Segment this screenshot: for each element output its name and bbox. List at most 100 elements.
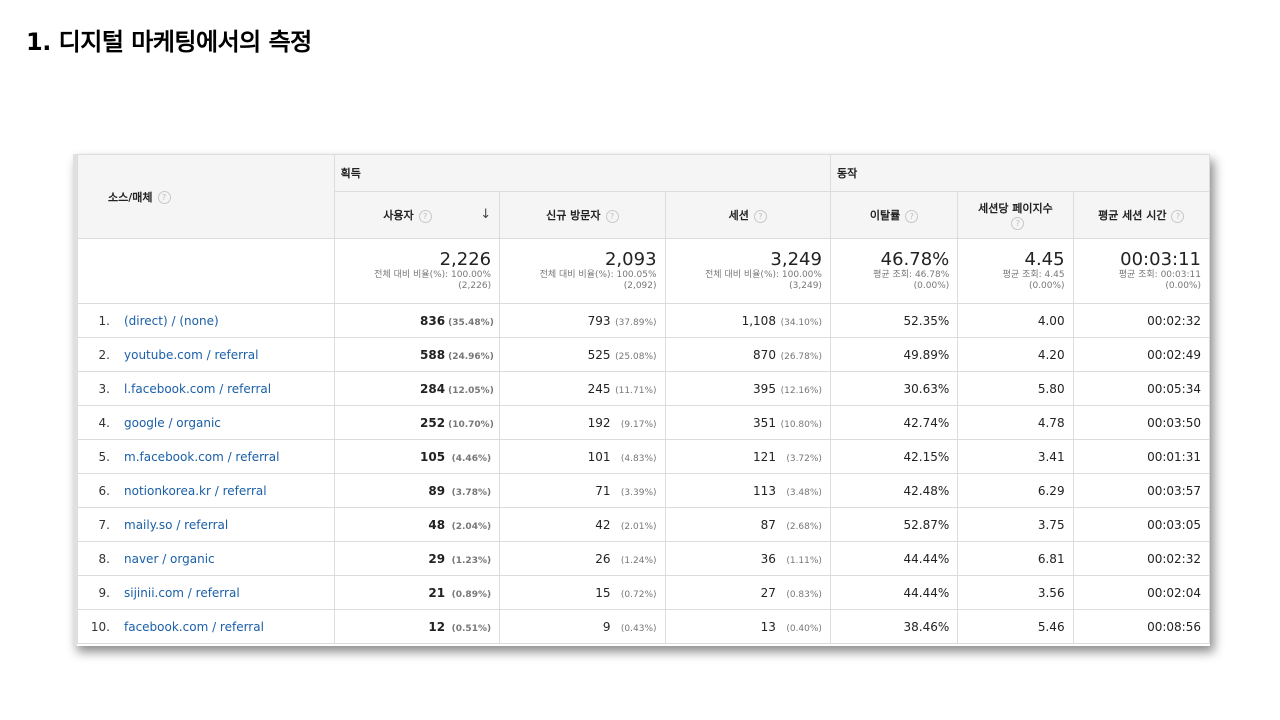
- users-percent: (12.05%): [448, 385, 494, 396]
- sessions-cell: 13 (0.40%): [664, 609, 831, 644]
- row-index: 10.: [90, 619, 110, 634]
- source-medium-link[interactable]: naver / organic: [124, 552, 215, 566]
- sessions-cell: 395 (12.16%): [664, 371, 831, 406]
- column-label: 세션: [728, 209, 749, 222]
- help-icon[interactable]: ?: [157, 191, 171, 204]
- new-users-value: 15: [595, 585, 611, 600]
- users-cell: 29 (1.23%): [333, 541, 501, 576]
- column-label: 신규 방문자: [546, 209, 601, 222]
- table-row: 8. naver / organic 29 (1.23%) 26 (1.24%) 36 (1.…: [77, 541, 1211, 576]
- avg-session-duration-cell: 00:02:32: [1072, 541, 1211, 576]
- new-users-cell: 192 (9.17%): [499, 405, 666, 440]
- new-users-value: 9: [602, 619, 611, 634]
- row-index: 3.: [98, 381, 110, 396]
- users-value: 12: [428, 619, 446, 634]
- column-header-sessions[interactable]: 세션?: [664, 191, 831, 239]
- dimension-cell: 3. l.facebook.com / referral: [77, 371, 335, 406]
- table-row: 3. l.facebook.com / referral 284 (12.05%) 24…: [77, 371, 1211, 406]
- users-cell: 48 (2.04%): [333, 507, 501, 542]
- column-header-pages-per-session[interactable]: 세션당 페이지수?: [957, 191, 1074, 239]
- new-users-percent: (9.17%): [620, 419, 657, 430]
- group-behavior: 동작: [829, 154, 1211, 192]
- new-users-percent: (0.72%): [620, 589, 657, 600]
- source-medium-link[interactable]: (direct) / (none): [124, 314, 219, 328]
- row-index: 6.: [98, 483, 110, 498]
- sessions-cell: 121 (3.72%): [664, 439, 831, 474]
- source-medium-link[interactable]: l.facebook.com / referral: [124, 382, 271, 396]
- source-medium-link[interactable]: m.facebook.com / referral: [124, 450, 279, 464]
- pages-per-session-cell: 4.78: [957, 405, 1074, 440]
- total-caption: 전체 대비 비율(%): 100.00%: [705, 270, 822, 280]
- new-users-cell: 71 (3.39%): [499, 473, 666, 508]
- dimension-header[interactable]: 소스/매체?: [77, 154, 335, 239]
- users-cell: 21 (0.89%): [333, 575, 501, 610]
- source-medium-link[interactable]: facebook.com / referral: [124, 620, 264, 634]
- bounce-rate-cell: 42.74%: [829, 405, 959, 440]
- help-icon[interactable]: ?: [753, 209, 767, 223]
- avg-session-duration-cell: 00:08:56: [1072, 609, 1211, 644]
- table-row: 7. maily.so / referral 48 (2.04%) 42 (2.01%) 8…: [77, 507, 1211, 542]
- source-medium-link[interactable]: sijinii.com / referral: [124, 586, 240, 600]
- total-users: 2,226 전체 대비 비율(%): 100.00% (2,226): [333, 238, 501, 304]
- row-index: 7.: [98, 517, 110, 532]
- dimension-cell: 4. google / organic: [77, 405, 335, 440]
- avg-session-duration-cell: 00:03:50: [1072, 405, 1211, 440]
- users-percent: (1.23%): [451, 555, 492, 566]
- total-value: 00:03:11: [1120, 249, 1201, 270]
- new-users-cell: 9 (0.43%): [499, 609, 666, 644]
- total-caption: 평균 조회: 00:03:11: [1118, 270, 1201, 280]
- total-caption-detail: (3,249): [789, 281, 822, 291]
- dimension-cell: 6. notionkorea.kr / referral: [77, 473, 335, 508]
- total-value: 4.45: [1024, 249, 1065, 270]
- sort-descending-icon[interactable]: ↓: [480, 207, 491, 222]
- sessions-percent: (10.80%): [780, 419, 822, 430]
- help-icon[interactable]: ?: [905, 209, 919, 223]
- users-percent: (0.89%): [451, 589, 492, 600]
- new-users-cell: 101 (4.83%): [499, 439, 666, 474]
- table-row: 5. m.facebook.com / referral 105 (4.46%) 101…: [77, 439, 1211, 474]
- help-icon[interactable]: ?: [1171, 209, 1185, 223]
- sessions-percent: (0.83%): [786, 589, 822, 600]
- row-index: 4.: [98, 415, 110, 430]
- table-row: 6. notionkorea.kr / referral 89 (3.78%) 71 (3…: [77, 473, 1211, 508]
- column-header-users[interactable]: 사용자? ↓: [333, 191, 501, 239]
- new-users-percent: (25.08%): [615, 351, 657, 362]
- sessions-cell: 1,108 (34.10%): [664, 303, 831, 338]
- sessions-percent: (12.16%): [780, 385, 822, 396]
- users-cell: 252 (10.70%): [333, 405, 501, 440]
- new-users-value: 101: [587, 449, 611, 464]
- new-users-percent: (3.39%): [620, 487, 657, 498]
- source-medium-link[interactable]: notionkorea.kr / referral: [124, 484, 267, 498]
- bounce-rate-cell: 38.46%: [829, 609, 959, 644]
- pages-per-session-cell: 4.00: [957, 303, 1074, 338]
- sessions-value: 27: [760, 585, 776, 600]
- total-caption: 평균 조회: 4.45: [1002, 270, 1065, 280]
- total-value: 2,226: [439, 249, 492, 270]
- sessions-percent: (26.78%): [780, 351, 822, 362]
- help-icon[interactable]: ?: [418, 209, 432, 223]
- sessions-cell: 113 (3.48%): [664, 473, 831, 508]
- bounce-rate-cell: 52.35%: [829, 303, 959, 338]
- table-row: 4. google / organic 252 (10.70%) 192 (9.17%) 3…: [77, 405, 1211, 440]
- new-users-percent: (37.89%): [615, 317, 657, 328]
- source-medium-link[interactable]: maily.so / referral: [124, 518, 228, 532]
- total-caption-detail: (2,092): [623, 281, 657, 291]
- column-header-new-users[interactable]: 신규 방문자?: [499, 191, 666, 239]
- column-header-bounce-rate[interactable]: 이탈률?: [829, 191, 959, 239]
- table-row: 9. sijinii.com / referral 21 (0.89%) 15 (0.72…: [77, 575, 1211, 610]
- bounce-rate-cell: 52.87%: [829, 507, 959, 542]
- new-users-value: 192: [587, 415, 611, 430]
- help-icon[interactable]: ?: [605, 209, 619, 223]
- row-index: 5.: [98, 449, 110, 464]
- column-header-avg-session-duration[interactable]: 평균 세션 시간?: [1072, 191, 1211, 239]
- total-caption: 평균 조회: 46.78%: [873, 270, 950, 280]
- sessions-cell: 87 (2.68%): [664, 507, 831, 542]
- users-cell: 12 (0.51%): [333, 609, 501, 644]
- analytics-report-table: 소스/매체? 획득 동작 사용자? ↓ 신규 방문자? 세션? 이탈률? 세션당…: [73, 154, 1211, 646]
- source-medium-link[interactable]: youtube.com / referral: [124, 348, 258, 362]
- source-medium-link[interactable]: google / organic: [124, 416, 221, 430]
- help-icon[interactable]: ?: [1011, 216, 1025, 230]
- sessions-percent: (3.48%): [786, 487, 822, 498]
- total-caption: 전체 대비 비율(%): 100.00%: [374, 270, 492, 280]
- sessions-cell: 27 (0.83%): [664, 575, 831, 610]
